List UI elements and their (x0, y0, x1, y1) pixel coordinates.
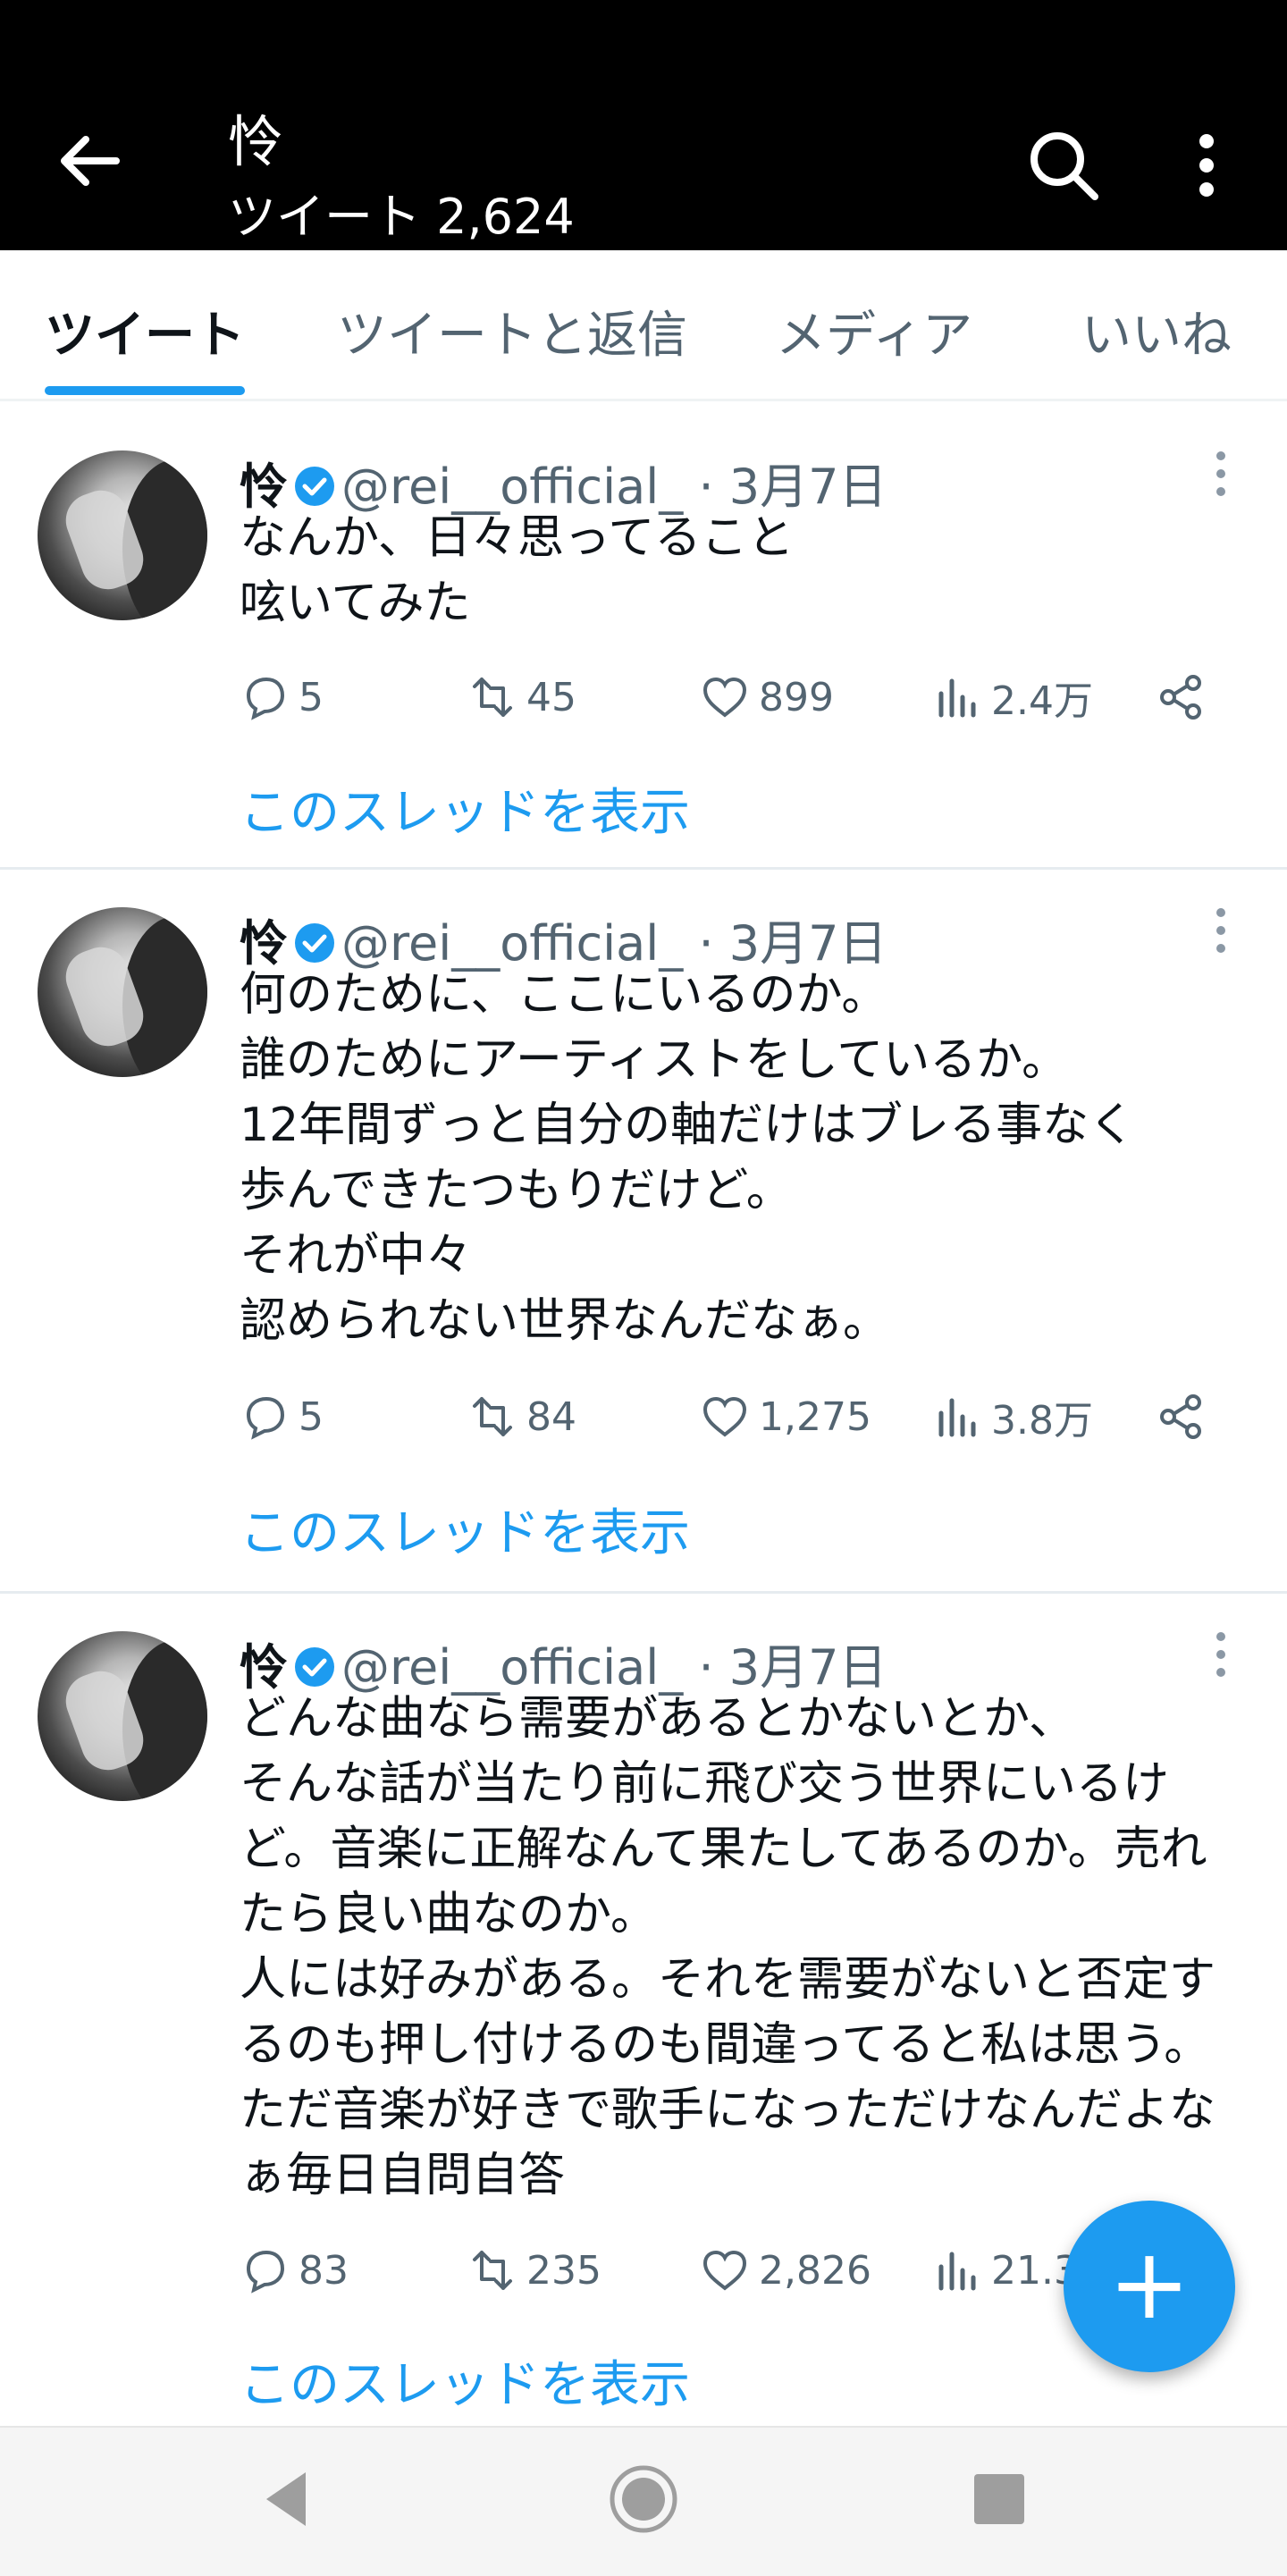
profile-tabs: ツイート ツイートと返信 メディア いいね (0, 250, 1287, 401)
show-thread-link[interactable]: このスレッドを表示 (240, 772, 690, 845)
views-button[interactable]: 3.8万 (932, 1385, 1093, 1448)
avatar[interactable] (38, 450, 207, 620)
tweet-more-icon[interactable] (1212, 904, 1230, 957)
tweet-card[interactable]: 怜 @rei__official_ · 3月7日 何のために、ここにいるのか。 誰… (0, 871, 1287, 1594)
retweet-button[interactable]: 235 (467, 2239, 601, 2302)
avatar[interactable] (38, 907, 207, 1077)
tab-tweets[interactable]: ツイート (45, 295, 245, 367)
share-icon (1160, 675, 1201, 720)
system-navigation-bar (0, 2426, 1287, 2576)
share-button[interactable] (1156, 666, 1215, 728)
nav-recents-icon[interactable] (974, 2474, 1024, 2524)
search-icon[interactable] (1023, 125, 1104, 206)
heart-icon (702, 2250, 747, 2291)
nav-back-icon[interactable] (259, 2467, 313, 2531)
tweet-actions: 5 45 899 2.4万 (240, 666, 1267, 728)
retweet-icon (473, 678, 512, 717)
reply-button[interactable]: 5 (240, 666, 324, 728)
profile-title: 怜 (228, 109, 284, 174)
tweet-actions: 5 84 1,275 3.8万 (240, 1385, 1267, 1448)
heart-icon (702, 1396, 747, 1437)
tweet-count: ツイート 2,624 (228, 189, 575, 245)
reply-icon (246, 1396, 285, 1440)
retweet-button[interactable]: 84 (467, 1385, 576, 1448)
views-chart-icon (938, 678, 976, 718)
nav-home-icon[interactable] (608, 2463, 679, 2535)
reply-button[interactable]: 83 (240, 2239, 349, 2302)
verified-badge-icon (295, 1647, 334, 1688)
tweet-card[interactable]: 怜 @rei__official_ · 3月7日 なんか、日々思ってること 呟いて… (0, 411, 1287, 870)
tweet-more-icon[interactable] (1212, 447, 1230, 501)
views-chart-icon (938, 2252, 976, 2291)
verified-badge-icon (295, 923, 334, 964)
more-vertical-icon[interactable] (1184, 125, 1229, 206)
like-button[interactable]: 1,275 (700, 1385, 871, 1448)
reply-icon (246, 677, 285, 720)
retweet-button[interactable]: 45 (467, 666, 576, 728)
compose-plus-icon: + (1107, 2227, 1191, 2341)
share-button[interactable] (1156, 1385, 1215, 1448)
verified-badge-icon (295, 467, 334, 507)
tab-media[interactable]: メディア (776, 295, 972, 367)
back-arrow-icon[interactable] (54, 125, 125, 197)
avatar[interactable] (38, 1631, 207, 1801)
retweet-icon (473, 1397, 512, 1436)
views-button[interactable]: 21.3 (932, 2239, 1079, 2302)
compose-tweet-button[interactable]: + (1064, 2201, 1235, 2372)
show-thread-link[interactable]: このスレッドを表示 (240, 2344, 690, 2417)
top-app-bar: 怜 ツイート 2,624 (0, 0, 1287, 250)
tab-tweets-and-replies[interactable]: ツイートと返信 (337, 295, 687, 367)
views-button[interactable]: 2.4万 (932, 666, 1093, 728)
reply-icon (246, 2250, 285, 2294)
tweet-text: 何のために、ここにいるのか。 誰のためにアーティストをしているか。 12年間ずっ… (240, 968, 1136, 1348)
active-tab-indicator (45, 386, 245, 395)
like-button[interactable]: 899 (700, 666, 834, 728)
heart-icon (702, 677, 747, 718)
views-chart-icon (938, 1398, 976, 1437)
show-thread-link[interactable]: このスレッドを表示 (240, 1493, 690, 1565)
retweet-icon (473, 2251, 512, 2290)
tweet-text: なんか、日々思ってること 呟いてみた (240, 511, 795, 630)
tweet-text: どんな曲なら需要があるとかないとか、 そんな話が当たり前に飛び交う世界にいるけど… (240, 1692, 1216, 2202)
reply-button[interactable]: 5 (240, 1385, 324, 1448)
tweet-more-icon[interactable] (1212, 1628, 1230, 1681)
share-icon (1160, 1394, 1201, 1439)
like-button[interactable]: 2,826 (700, 2239, 871, 2302)
tab-likes[interactable]: いいね (1081, 295, 1232, 367)
